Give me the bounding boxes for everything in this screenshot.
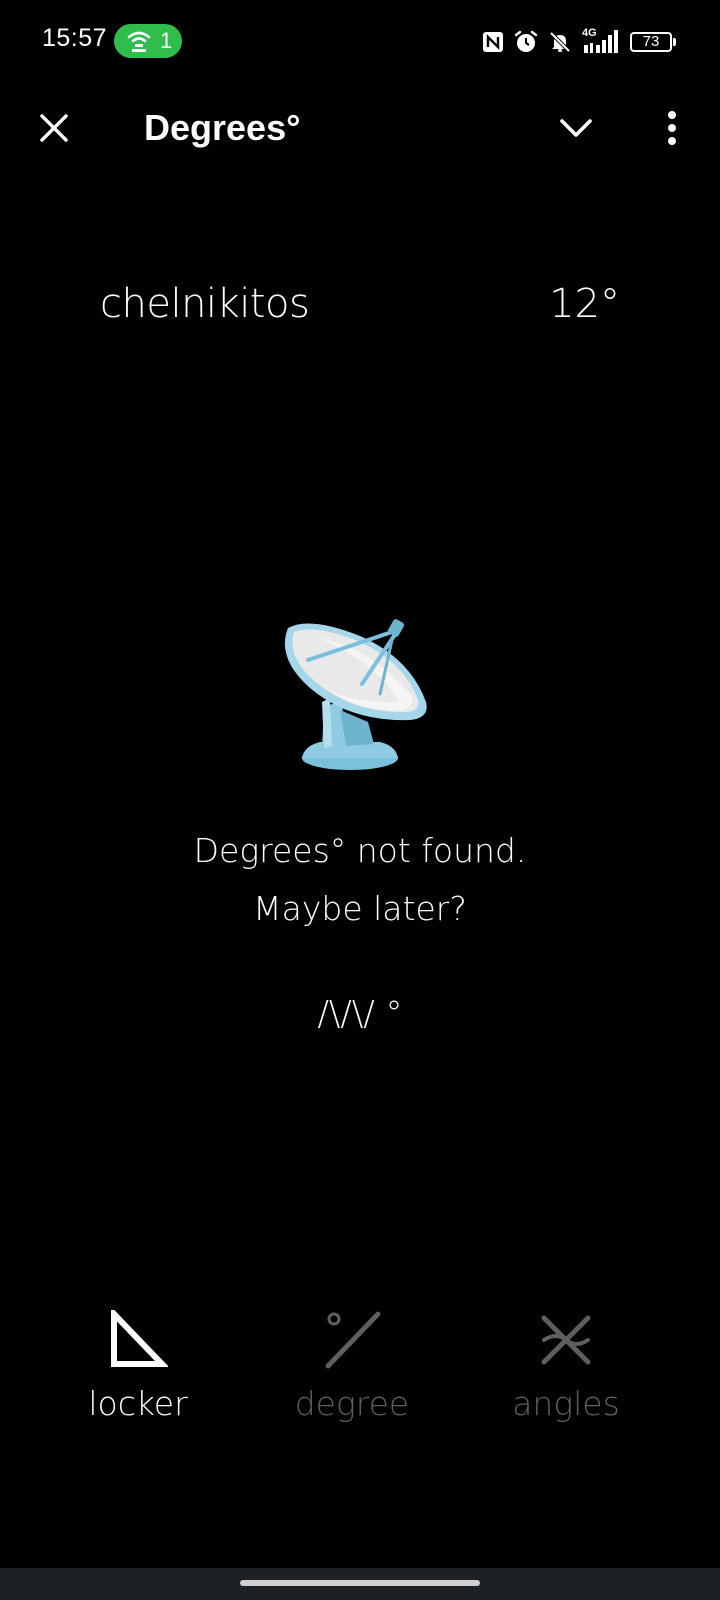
empty-message-line2: Maybe later?: [253, 889, 467, 928]
username: chelnikitos: [100, 281, 310, 327]
battery-indicator: 73: [630, 32, 676, 52]
signal-4g-icon: 4G: [582, 27, 620, 55]
user-row[interactable]: chelnikitos 12°: [100, 276, 620, 332]
nav-item-degree[interactable]: degree: [252, 1310, 452, 1450]
crossed-angles-icon: [536, 1310, 596, 1370]
alarm-icon: [514, 30, 538, 54]
close-button[interactable]: [30, 106, 78, 154]
mute-bell-icon: [548, 30, 572, 54]
page-title: Degrees°: [144, 107, 301, 148]
user-degree-value: 12°: [549, 281, 620, 327]
triangle-icon: [108, 1306, 170, 1370]
nav-label-angles: angles: [512, 1384, 620, 1423]
status-time: 15:57: [42, 24, 108, 52]
hotspot-count: 1: [160, 28, 173, 53]
satellite-dish-icon: [280, 618, 440, 778]
expand-button[interactable]: [552, 106, 600, 154]
nav-label-locker: locker: [88, 1384, 188, 1423]
nfc-icon: [482, 31, 504, 53]
status-icons: 4G 73: [482, 27, 676, 56]
kaomoji: /\/\/ °: [317, 994, 403, 1034]
more-options-button[interactable]: [648, 106, 696, 154]
nav-label-degree: degree: [294, 1384, 410, 1423]
more-vert-icon: [666, 111, 678, 149]
chevron-down-icon: [559, 117, 593, 143]
nav-item-angles[interactable]: angles: [466, 1310, 666, 1450]
app-bar: Degrees°: [0, 88, 720, 172]
degree-slash-icon: [322, 1310, 382, 1370]
bottom-nav: locker degree angles: [0, 1306, 720, 1450]
close-icon: [39, 113, 69, 147]
hotspot-icon: [126, 30, 152, 52]
system-nav-bar: [0, 1568, 720, 1600]
nav-item-locker[interactable]: locker: [38, 1306, 238, 1450]
home-indicator[interactable]: [240, 1580, 480, 1586]
status-bar: 15:57 1 4G 73: [0, 0, 720, 84]
hotspot-indicator[interactable]: 1: [114, 24, 182, 58]
empty-message: Degrees° not found. Maybe later?: [0, 822, 720, 938]
empty-message-line1: Degrees° not found.: [193, 831, 527, 870]
